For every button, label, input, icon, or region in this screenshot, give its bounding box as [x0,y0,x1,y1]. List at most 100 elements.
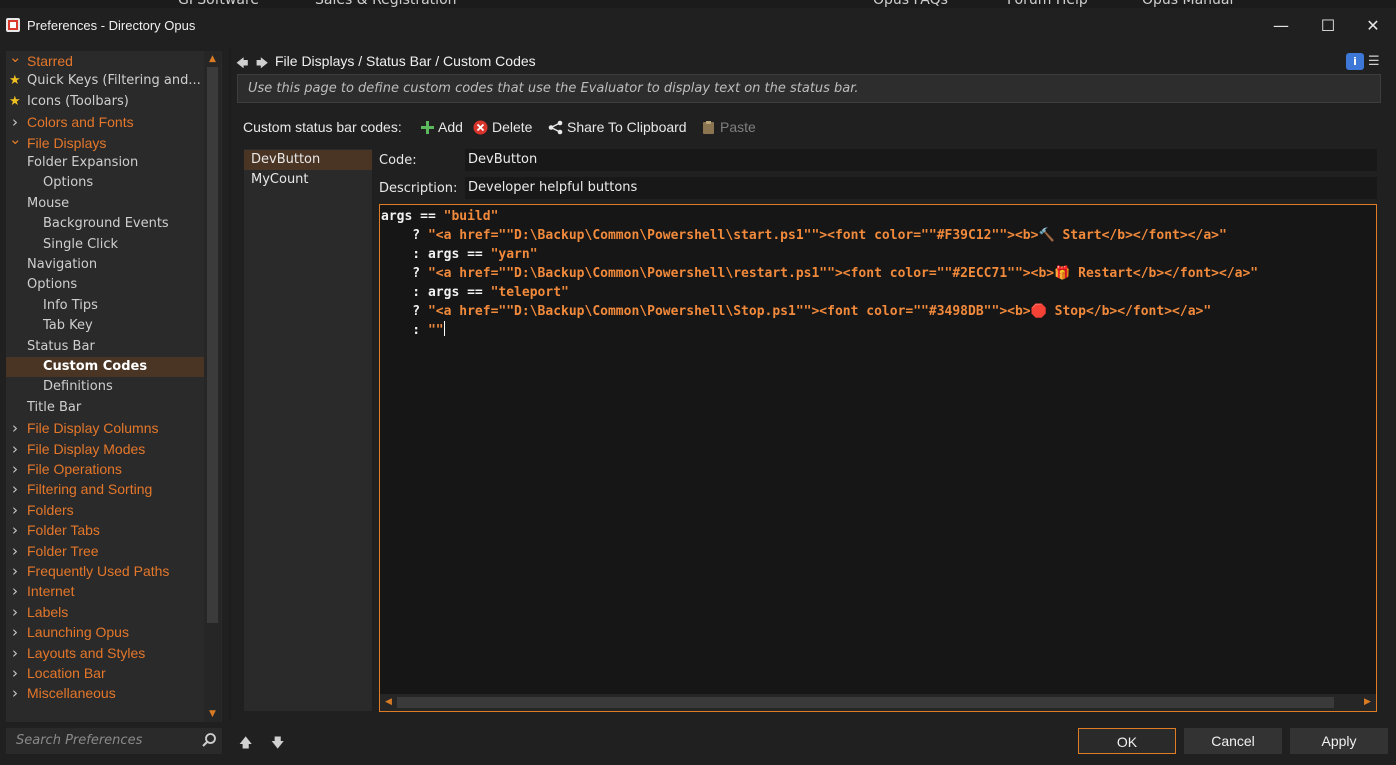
tree-item[interactable]: ⌄ File Displays [6,133,204,153]
list-item-mycount[interactable]: MyCount [244,170,372,190]
code-line[interactable]: ? "<a href=""D:\Backup\Common\Powershell… [381,264,1258,283]
tree-item[interactable]: Custom Codes [6,357,204,377]
custom-code-list[interactable]: DevButton MyCount [244,149,372,711]
tree-item[interactable]: › Folders [6,500,204,520]
cancel-button[interactable]: Cancel [1184,728,1282,754]
search-input[interactable]: Search Preferences [6,728,222,754]
editor-scroll-thumb[interactable] [397,697,1334,708]
info-icon[interactable]: i [1346,53,1364,70]
add-button[interactable]: Add [438,119,463,135]
code-line[interactable]: : args == "teleport" [381,283,569,302]
code-line[interactable]: : args == "yarn" [381,245,537,264]
tree-item-label: Miscellaneous [27,685,116,702]
tree-item[interactable]: › File Display Columns [6,418,204,438]
bg-menu-item: Sales & Registration [315,0,457,8]
scroll-left-icon[interactable]: ◀ [380,694,397,711]
chevron-right-icon[interactable]: › [9,622,21,642]
tree-item[interactable]: ★ Icons (Toolbars) [6,92,204,112]
tree-item[interactable]: Options [6,275,204,295]
tree-item[interactable]: › Filtering and Sorting [6,479,204,499]
search-icon[interactable] [201,732,217,748]
tree-item[interactable]: Definitions [6,377,204,397]
tree-item-label: Definitions [43,379,113,395]
tree-item[interactable]: › File Operations [6,459,204,479]
chevron-right-icon[interactable]: › [9,500,21,520]
tree-item-label: File Display Columns [27,420,159,437]
breadcrumb: File Displays / Status Bar / Custom Code… [275,53,536,69]
tree-item[interactable]: › Layouts and Styles [6,643,204,663]
tree-item[interactable]: › Internet [6,581,204,601]
chevron-down-icon[interactable]: ⌄ [9,133,22,149]
tree-item[interactable]: Options [6,173,204,193]
tree-item[interactable]: Info Tips [6,296,204,316]
tree-item-label: Options [27,277,78,293]
tree-item-label: Title Bar [27,399,82,415]
tree-item[interactable]: Title Bar [6,398,204,418]
move-up-icon[interactable]: 🡅 [239,734,252,756]
chevron-right-icon[interactable]: › [9,418,21,438]
tree-item[interactable]: › Miscellaneous [6,683,204,703]
chevron-right-icon[interactable]: › [9,561,21,581]
editor-horizontal-scrollbar[interactable]: ◀ ▶ [380,694,1376,711]
tree-item[interactable]: ★ Quick Keys (Filtering and... [6,71,204,91]
chevron-right-icon[interactable]: › [9,459,21,479]
chevron-right-icon[interactable]: › [9,643,21,663]
menu-icon[interactable]: ☰ [1368,54,1380,69]
move-down-icon[interactable]: 🡇 [271,734,284,756]
tree-item[interactable]: › Colors and Fonts [6,112,204,132]
chevron-right-icon[interactable]: › [9,663,21,683]
chevron-right-icon[interactable]: › [9,112,21,132]
chevron-right-icon[interactable]: › [9,439,21,459]
back-arrow-icon[interactable]: 🡄 [236,54,248,75]
list-item-devbutton[interactable]: DevButton [244,150,372,170]
code-line[interactable]: : "" [381,321,445,340]
tree-scroll-thumb[interactable] [207,67,218,623]
scroll-up-icon[interactable]: ▲ [204,51,221,67]
tree-item[interactable]: › Launching Opus [6,622,204,642]
bg-menu-item: GPSoftware [178,0,260,8]
tree-item[interactable]: › Frequently Used Paths [6,561,204,581]
chevron-down-icon[interactable]: ⌄ [9,51,22,67]
chevron-right-icon[interactable]: › [9,541,21,561]
code-line[interactable]: ? "<a href=""D:\Backup\Common\Powershell… [381,302,1211,321]
tree-item[interactable]: › Folder Tabs [6,520,204,540]
tree-item[interactable]: Background Events [6,214,204,234]
delete-button[interactable]: Delete [492,119,532,135]
tree-item[interactable]: Tab Key [6,316,204,336]
preferences-tree[interactable]: ⌄ Starred ★ Quick Keys (Filtering and... ★ Ic… [6,51,222,722]
evaluator-code-editor[interactable]: ◀ ▶ args == "build" ? "<a href=""D:\Back… [379,204,1377,712]
code-line[interactable]: args == "build" [381,207,498,226]
code-field[interactable]: DevButton [465,149,1377,171]
scroll-right-icon[interactable]: ▶ [1359,694,1376,711]
chevron-right-icon[interactable]: › [9,581,21,601]
tree-item-label: Custom Codes [43,359,148,374]
share-to-clipboard-button[interactable]: Share To Clipboard [567,119,687,135]
tree-item[interactable]: › File Display Modes [6,439,204,459]
tree-item[interactable]: Folder Expansion [6,153,204,173]
chevron-right-icon[interactable]: › [9,683,21,703]
panel-splitter[interactable] [229,48,231,720]
tree-item[interactable]: Single Click [6,235,204,255]
description-field[interactable]: Developer helpful buttons [465,177,1377,199]
tree-item[interactable]: › Folder Tree [6,541,204,561]
code-line[interactable]: ? "<a href=""D:\Backup\Common\Powershell… [381,226,1227,245]
chevron-right-icon[interactable]: › [9,520,21,540]
chevron-right-icon[interactable]: › [9,602,21,622]
ok-button[interactable]: OK [1078,728,1176,754]
close-button[interactable]: ✕ [1350,8,1396,44]
tree-item[interactable]: Status Bar [6,337,204,357]
minimize-button[interactable]: — [1258,8,1304,44]
tree-item-label: Frequently Used Paths [27,563,170,579]
tree-item[interactable]: › Location Bar [6,663,204,683]
tree-item[interactable]: › Labels [6,602,204,622]
chevron-right-icon[interactable]: › [9,479,21,499]
tree-item[interactable]: Navigation [6,255,204,275]
scroll-down-icon[interactable]: ▼ [204,706,221,722]
tree-item[interactable]: Mouse [6,194,204,214]
paste-button[interactable]: Paste [720,119,756,135]
maximize-button[interactable]: ☐ [1305,8,1351,44]
apply-button[interactable]: Apply [1290,728,1388,754]
tree-item[interactable]: ⌄ Starred [6,51,204,71]
forward-arrow-icon[interactable]: 🡆 [256,54,268,75]
tree-scrollbar[interactable]: ▲ ▼ [204,51,221,722]
